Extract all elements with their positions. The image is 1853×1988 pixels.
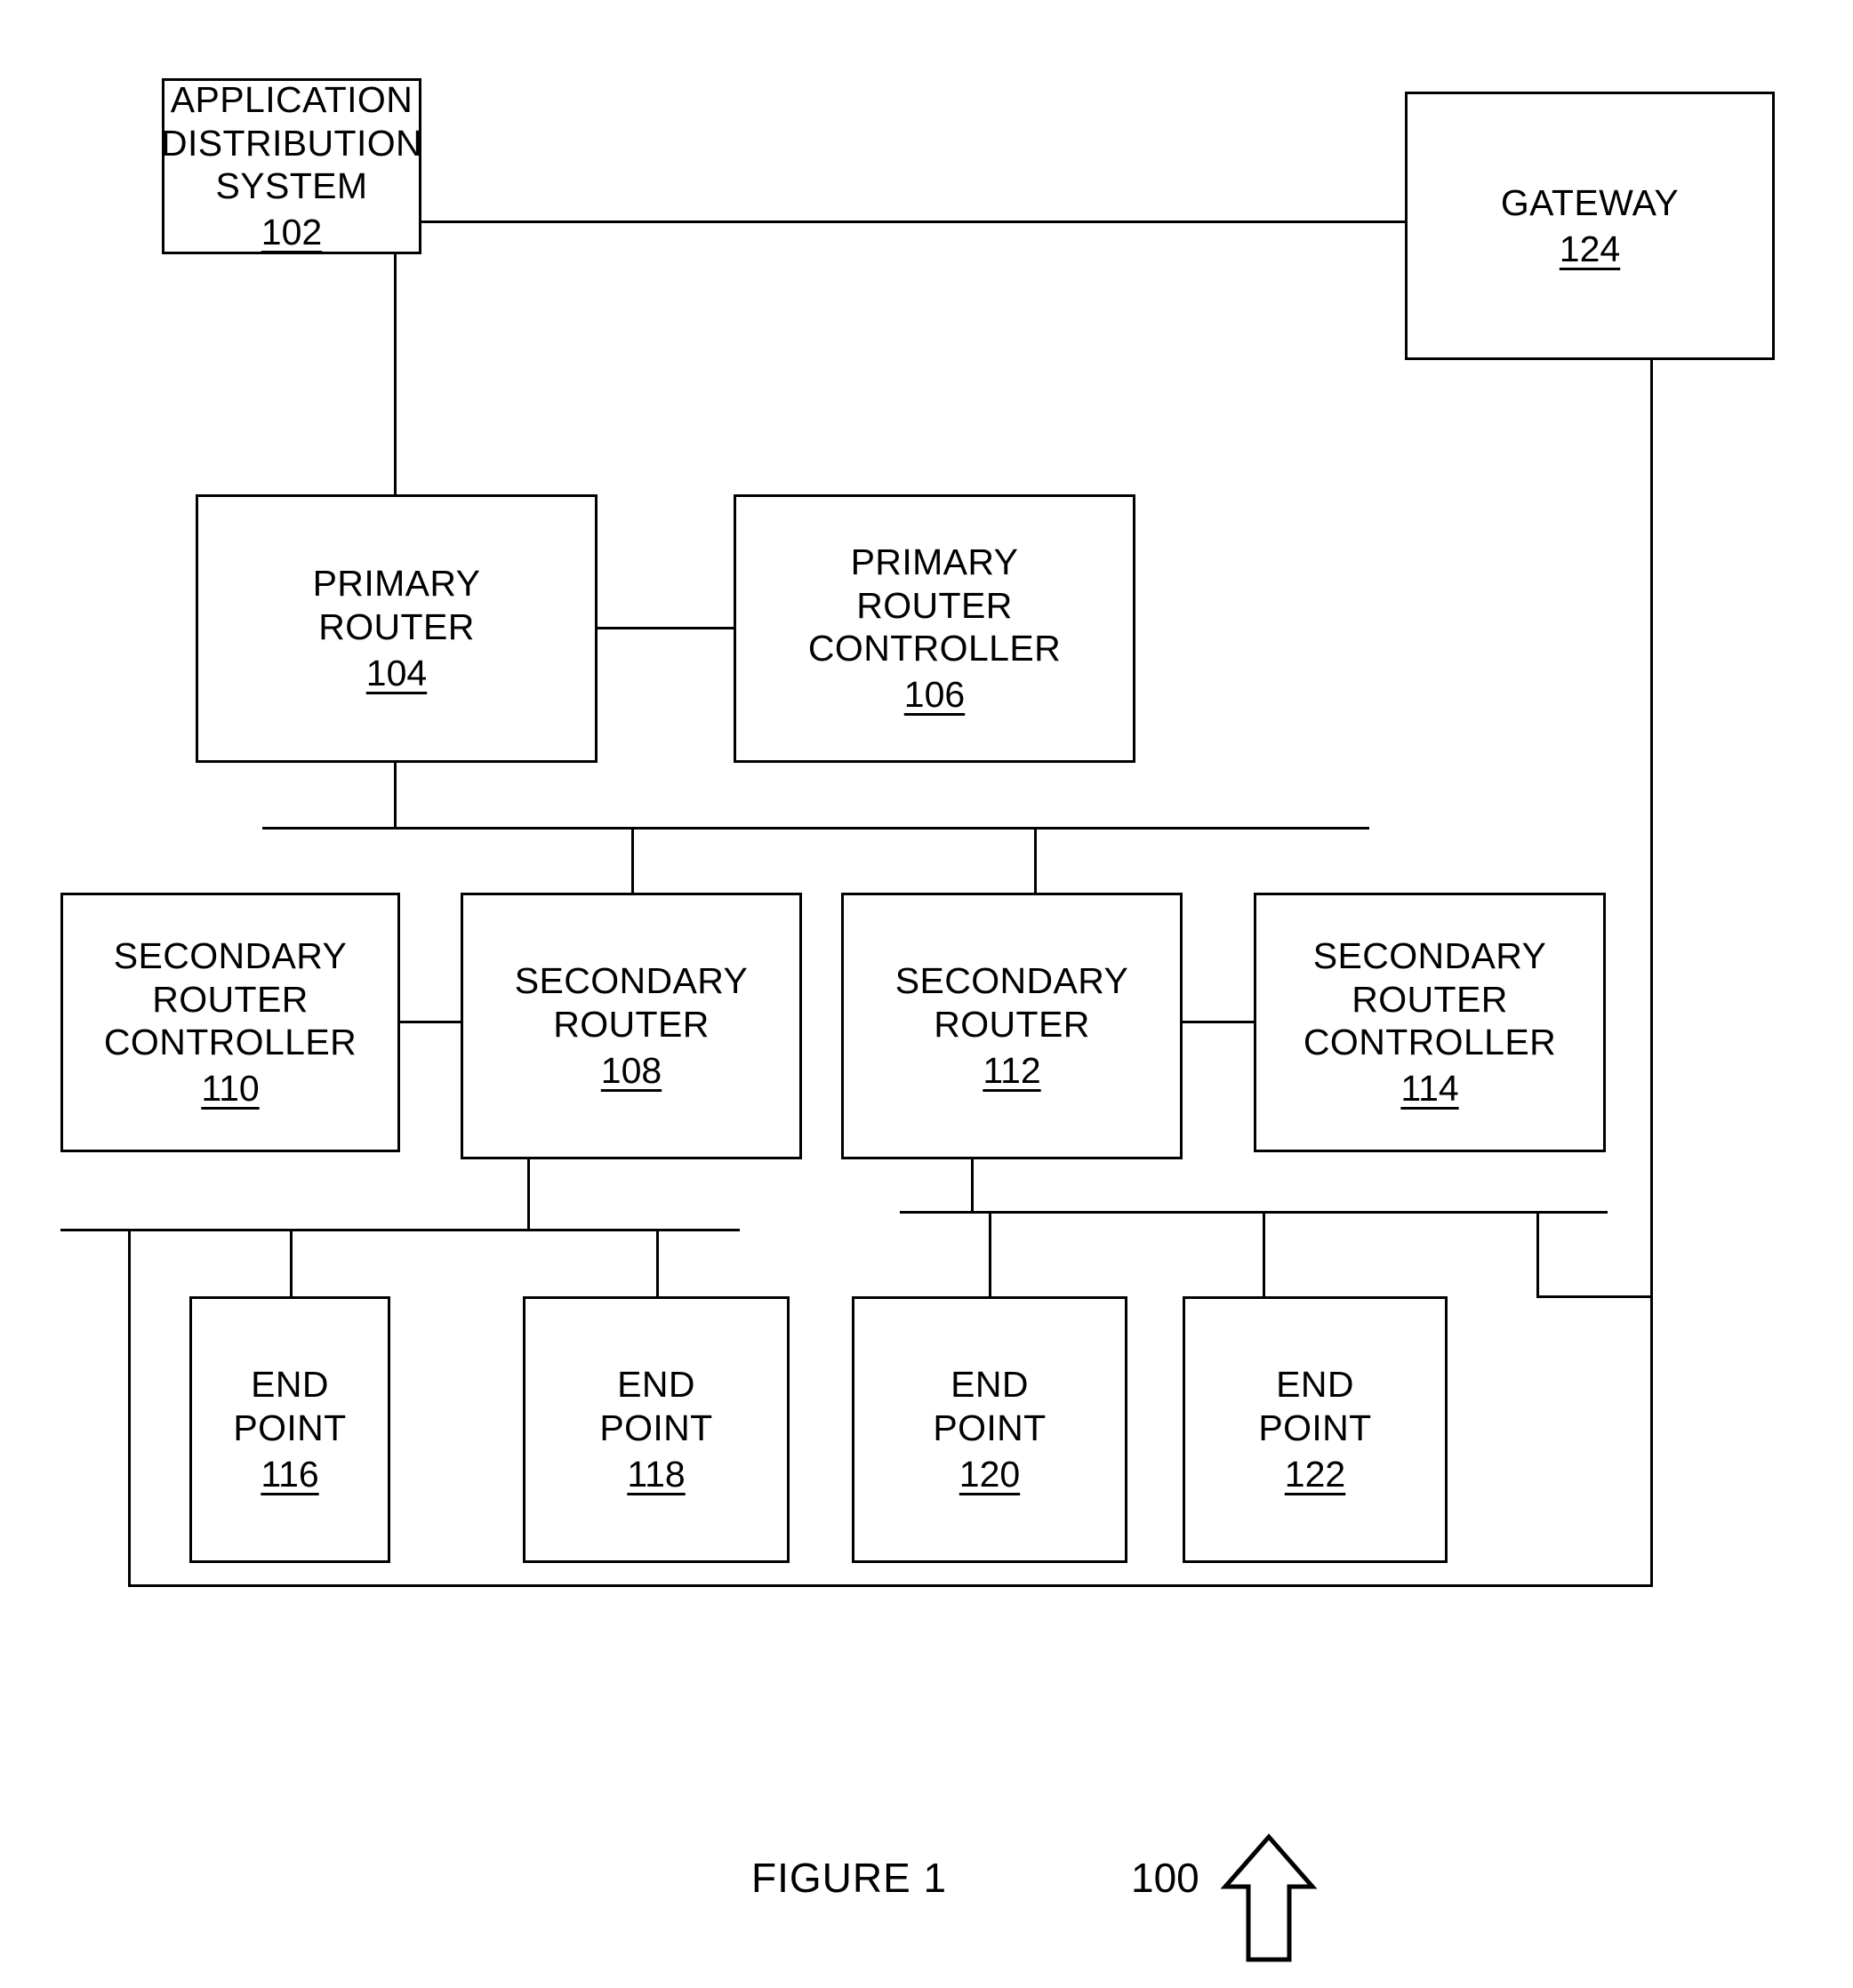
node-gateway[interactable]: GATEWAY 124 (1405, 92, 1775, 360)
link-ads-to-gateway (421, 220, 1407, 223)
node-secondary-router-controller-110[interactable]: SECONDARY ROUTER CONTROLLER 110 (60, 893, 400, 1152)
node-secondary-router-controller-114[interactable]: SECONDARY ROUTER CONTROLLER 114 (1254, 893, 1606, 1152)
link-primary-router-to-controller (598, 627, 735, 629)
patent-figure-1: APPLICATION DISTRIBUTION SYSTEM 102 GATE… (0, 0, 1853, 1988)
figure-caption: FIGURE 1 (751, 1855, 948, 1901)
node-ref: 110 (201, 1068, 260, 1110)
link-endpoint-bus-to-120 (989, 1211, 991, 1298)
node-title: END POINT (599, 1364, 713, 1448)
node-title: SECONDARY ROUTER CONTROLLER (103, 935, 357, 1062)
node-title: PRIMARY ROUTER CONTROLLER (807, 541, 1062, 669)
link-secondary-router-112-to-endpoint-bus (971, 1159, 974, 1213)
node-title: APPLICATION DISTRIBUTION SYSTEM (160, 79, 423, 206)
link-endpoint-bus-to-122 (1263, 1211, 1265, 1298)
endpoint-bus-left (60, 1229, 740, 1231)
link-gateway-down (1650, 360, 1653, 1587)
node-ref: 106 (903, 674, 966, 716)
node-title: SECONDARY ROUTER (894, 960, 1129, 1045)
node-end-point-120[interactable]: END POINT 120 (852, 1296, 1127, 1563)
link-secondary-router-112-to-src114 (1183, 1021, 1255, 1023)
node-title: GATEWAY (1500, 181, 1680, 223)
node-title: END POINT (1258, 1364, 1372, 1448)
node-end-point-116[interactable]: END POINT 116 (189, 1296, 390, 1563)
link-ads-to-primary-router (394, 254, 397, 496)
node-ref: 104 (365, 653, 428, 694)
node-end-point-118[interactable]: END POINT 118 (523, 1296, 790, 1563)
node-title: SECONDARY ROUTER (514, 960, 749, 1045)
link-bus-to-secondary-router-108 (631, 827, 634, 894)
up-arrow-icon (1220, 1832, 1318, 1965)
node-secondary-router-108[interactable]: SECONDARY ROUTER 108 (461, 893, 802, 1159)
return-path-bottom (128, 1584, 1653, 1587)
node-title: SECONDARY ROUTER CONTROLLER (1303, 935, 1557, 1062)
link-secondary-router-108-to-endpoint-bus (527, 1159, 530, 1230)
node-ref: 116 (261, 1454, 319, 1495)
link-primary-router-to-bus (394, 763, 397, 829)
node-primary-router-controller[interactable]: PRIMARY ROUTER CONTROLLER 106 (734, 494, 1135, 763)
node-ref: 118 (627, 1454, 686, 1495)
node-application-distribution-system[interactable]: APPLICATION DISTRIBUTION SYSTEM 102 (160, 78, 423, 254)
node-title: PRIMARY ROUTER (312, 563, 481, 647)
node-ref: 114 (1400, 1068, 1459, 1110)
node-primary-router[interactable]: PRIMARY ROUTER 104 (196, 494, 598, 763)
link-bus-to-secondary-router-112 (1034, 827, 1037, 894)
node-ref: 124 (1559, 228, 1621, 269)
link-src110-to-secondary-router-108 (400, 1021, 462, 1023)
system-reference-number: 100 (1131, 1855, 1199, 1901)
link-endpoint-bus-step-across (1536, 1295, 1653, 1298)
endpoint-bus-right (900, 1211, 1608, 1214)
return-path-left-vertical (128, 1229, 131, 1586)
node-ref: 122 (1284, 1454, 1346, 1495)
node-ref: 112 (983, 1050, 1041, 1092)
node-title: END POINT (933, 1364, 1047, 1448)
secondary-router-bus (262, 827, 1369, 830)
link-endpoint-bus-to-118 (656, 1229, 659, 1298)
node-ref: 102 (261, 212, 323, 253)
link-endpoint-bus-step-down (1536, 1211, 1539, 1298)
node-title: END POINT (233, 1364, 347, 1448)
node-secondary-router-112[interactable]: SECONDARY ROUTER 112 (841, 893, 1183, 1159)
node-ref: 108 (600, 1050, 662, 1092)
link-endpoint-bus-to-116 (290, 1229, 293, 1298)
node-ref: 120 (959, 1454, 1021, 1495)
node-end-point-122[interactable]: END POINT 122 (1183, 1296, 1448, 1563)
